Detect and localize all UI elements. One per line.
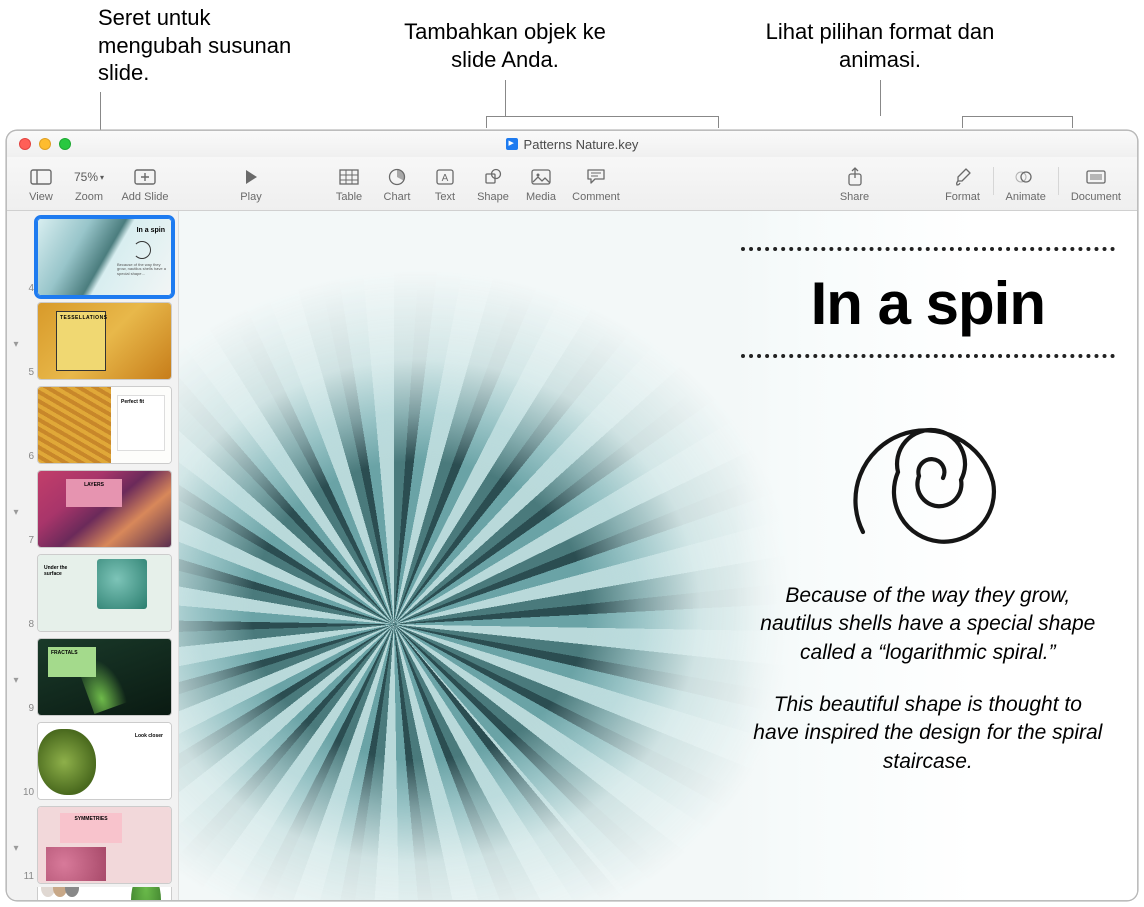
slide-background-image[interactable] — [179, 211, 811, 900]
document-button[interactable]: Document — [1065, 163, 1127, 205]
slide-thumb-7[interactable]: ▾ 7 LAYERS — [7, 467, 178, 551]
add-slide-button[interactable]: Add Slide — [113, 163, 177, 205]
comment-icon — [586, 165, 606, 189]
document-icon — [1085, 165, 1107, 189]
format-label: Format — [945, 191, 980, 203]
table-label: Table — [336, 191, 362, 203]
slide-thumb-4[interactable]: 4 In a spin Because of the way they grow… — [7, 215, 178, 299]
dotted-rule — [741, 247, 1115, 251]
thumb-title: FRACTALS — [48, 647, 96, 677]
body-para-1: Because of the way they grow, nautilus s… — [751, 582, 1105, 667]
document-title[interactable]: Patterns Nature.key — [7, 137, 1137, 152]
paintbrush-icon — [954, 165, 972, 189]
help-callouts: Seret untuk mengubah susunan slide. Tamb… — [0, 0, 1144, 128]
zoom-label: Zoom — [75, 191, 103, 203]
view-label: View — [29, 191, 53, 203]
disclosure-triangle-icon[interactable]: ▾ — [9, 843, 23, 884]
format-button[interactable]: Format — [939, 163, 987, 205]
keynote-doc-icon — [506, 138, 518, 150]
document-title-text: Patterns Nature.key — [524, 137, 639, 152]
slide-thumb-11[interactable]: ▾ 11 SYMMETRIES — [7, 803, 178, 887]
thumb-title: In a spin — [137, 227, 165, 234]
share-icon — [847, 165, 863, 189]
body-para-2: This beautiful shape is thought to have … — [751, 691, 1105, 776]
comment-label: Comment — [572, 191, 620, 203]
slide-number: 6 — [23, 451, 37, 464]
animate-button[interactable]: Animate — [1000, 163, 1052, 205]
chart-label: Chart — [384, 191, 411, 203]
thumb-title: TESSELLATIONS — [60, 315, 102, 321]
play-icon — [242, 165, 260, 189]
thumb-title: Under the surface — [44, 565, 84, 577]
table-icon — [339, 165, 359, 189]
slide-number: 7 — [23, 535, 37, 548]
comment-button[interactable]: Comment — [565, 163, 627, 205]
view-button[interactable]: View — [17, 163, 65, 205]
thumb-title: LAYERS — [66, 479, 122, 507]
slide-number: 9 — [23, 703, 37, 716]
slide-thumb-5[interactable]: ▾ 5 TESSELLATIONS — [7, 299, 178, 383]
media-icon — [531, 165, 551, 189]
slide-thumb-10[interactable]: 10 Look closer — [7, 719, 178, 803]
shape-button[interactable]: Shape — [469, 163, 517, 205]
slide-number: 8 — [23, 619, 37, 632]
table-button[interactable]: Table — [325, 163, 373, 205]
callout-add-objects: Tambahkan objek ke slide Anda. — [400, 18, 610, 73]
toolbar-separator — [993, 167, 994, 195]
slide-canvas[interactable]: In a spin Because of the way they grow, … — [179, 211, 1137, 900]
dotted-rule — [741, 354, 1115, 358]
callout-reorder: Seret untuk mengubah susunan slide. — [98, 4, 298, 87]
media-label: Media — [526, 191, 556, 203]
toolbar: View 75%▾ Zoom Add Slide Play Table — [7, 157, 1137, 211]
slide-thumb-8[interactable]: 8 Under the surface — [7, 551, 178, 635]
plus-icon — [133, 165, 157, 189]
svg-text:A: A — [442, 173, 449, 184]
disclosure-triangle-icon[interactable]: ▾ — [9, 339, 23, 380]
shape-label: Shape — [477, 191, 509, 203]
slide-thumb-6[interactable]: 6 Perfect fit — [7, 383, 178, 467]
slide-number: 10 — [23, 787, 37, 800]
animate-label: Animate — [1006, 191, 1046, 203]
chart-icon — [388, 165, 406, 189]
animate-icon — [1015, 165, 1037, 189]
chart-button[interactable]: Chart — [373, 163, 421, 205]
keynote-window: Patterns Nature.key View 75%▾ Zoom Add S… — [6, 130, 1138, 901]
media-button[interactable]: Media — [517, 163, 565, 205]
zoom-value: 75%▾ — [74, 165, 104, 189]
slide-thumb-12[interactable]: Mirror, mirror — [7, 887, 178, 900]
disclosure-triangle-icon[interactable]: ▾ — [9, 507, 23, 548]
toolbar-separator — [1058, 167, 1059, 195]
slide-body-text[interactable]: Because of the way they grow, nautilus s… — [741, 582, 1115, 776]
disclosure-triangle-icon[interactable]: ▾ — [9, 675, 23, 716]
thumb-title: Perfect fit — [117, 395, 165, 451]
thumb-title: SYMMETRIES — [60, 813, 122, 843]
slide-title-text[interactable]: In a spin — [741, 265, 1115, 348]
text-label: Text — [435, 191, 455, 203]
share-label: Share — [840, 191, 869, 203]
slide-navigator[interactable]: 4 In a spin Because of the way they grow… — [7, 211, 179, 900]
play-button[interactable]: Play — [227, 163, 275, 205]
document-label: Document — [1071, 191, 1121, 203]
thumb-title: Look closer — [135, 733, 163, 739]
view-icon — [30, 165, 52, 189]
slide-number: 11 — [23, 871, 37, 884]
add-slide-label: Add Slide — [121, 191, 168, 203]
zoom-button[interactable]: 75%▾ Zoom — [65, 163, 113, 205]
callout-format-animate: Lihat pilihan format dan animasi. — [760, 18, 1000, 73]
slide-number: 5 — [23, 367, 37, 380]
slide-thumb-9[interactable]: ▾ 9 FRACTALS — [7, 635, 178, 719]
slide-number: 4 — [23, 283, 37, 296]
titlebar[interactable]: Patterns Nature.key — [7, 131, 1137, 157]
share-button[interactable]: Share — [831, 163, 879, 205]
spiral-graphic[interactable] — [741, 372, 1115, 582]
text-button[interactable]: A Text — [421, 163, 469, 205]
text-icon: A — [436, 165, 454, 189]
play-label: Play — [240, 191, 261, 203]
shape-icon — [484, 165, 502, 189]
